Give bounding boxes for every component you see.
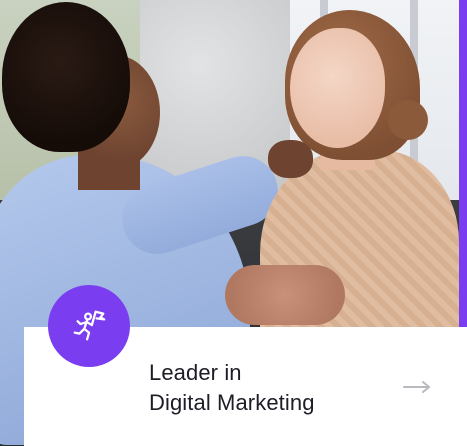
icon-badge (48, 285, 130, 367)
person-right-hair-bun (388, 100, 428, 140)
headline-line-1: Leader in (149, 360, 242, 385)
headline-line-2: Digital Marketing (149, 390, 315, 415)
arrow-right-icon (403, 381, 430, 393)
hand-on-shoulder (268, 140, 313, 178)
person-right-face (290, 28, 385, 148)
card-headline: Leader in Digital Marketing (149, 358, 315, 418)
runner-flag-icon (73, 310, 106, 341)
held-hands (225, 265, 345, 325)
person-left-hair (2, 2, 130, 152)
feature-card[interactable]: Leader in Digital Marketing (0, 0, 467, 446)
arrow-link[interactable] (402, 376, 432, 398)
